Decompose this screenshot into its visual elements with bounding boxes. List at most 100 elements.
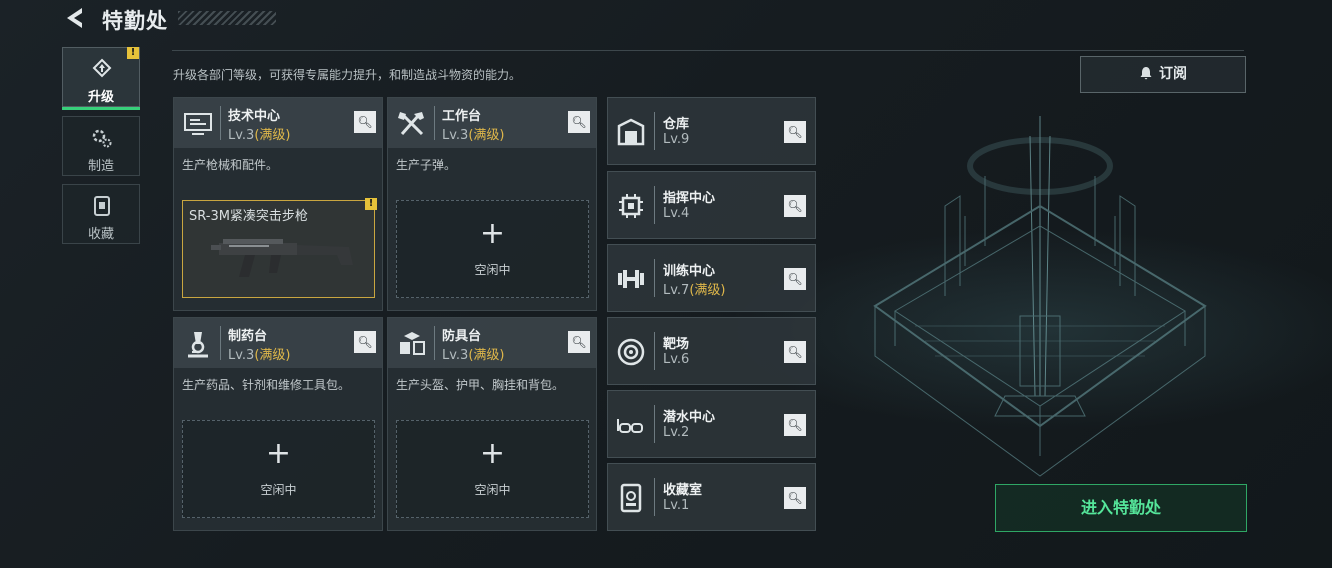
dumbbell-icon bbox=[618, 270, 644, 288]
header-divider bbox=[220, 326, 221, 360]
slot-status: 空闲中 bbox=[474, 483, 511, 497]
facility-level: Lv.6 bbox=[663, 352, 690, 367]
add-icon: + bbox=[265, 436, 292, 471]
facility-name: 仓库 bbox=[663, 117, 690, 132]
row-divider bbox=[654, 186, 655, 224]
subscribe-label: 订阅 bbox=[1159, 66, 1187, 82]
slot-status: 空闲中 bbox=[474, 263, 511, 277]
page-description: 升级各部门等级，可获得专属能力提升，和制造战斗物资的能力。 bbox=[173, 68, 522, 82]
max-level-tag: (满级) bbox=[254, 348, 291, 363]
dept-description: 生产药品、针剂和维修工具包。 bbox=[182, 378, 351, 392]
search-button[interactable]: 🔍︎ bbox=[784, 414, 806, 436]
dept-name: 技术中心 bbox=[228, 109, 281, 124]
search-button[interactable]: 🔍︎ bbox=[354, 111, 376, 133]
level-value: Lv.7 bbox=[663, 283, 690, 298]
row-divider bbox=[654, 112, 655, 150]
max-level-tag: (满级) bbox=[689, 283, 726, 298]
search-button[interactable]: 🔍︎ bbox=[784, 268, 806, 290]
production-slot-empty[interactable]: + 空闲中 bbox=[182, 420, 375, 518]
header-divider bbox=[434, 326, 435, 360]
dept-card-header: 制药台 Lv.3(满级) 🔍︎ bbox=[174, 318, 382, 368]
enter-special-ops-button[interactable]: 进入特勤处 bbox=[995, 484, 1247, 532]
search-icon: 🔍︎ bbox=[787, 125, 803, 139]
search-icon: 🔍︎ bbox=[357, 115, 373, 129]
search-icon: 🔍︎ bbox=[787, 418, 803, 432]
armor-blocks-icon bbox=[400, 332, 425, 355]
facility-training-center[interactable]: 训练中心 Lv.7(满级) 🔍︎ bbox=[607, 244, 816, 312]
diving-goggles-icon bbox=[617, 419, 643, 433]
search-icon: 🔍︎ bbox=[357, 335, 373, 349]
facility-name: 收藏室 bbox=[663, 483, 703, 498]
production-slot-item[interactable]: SR-3M紧凑突击步枪 ! bbox=[182, 198, 377, 298]
production-slot-empty[interactable]: + 空闲中 bbox=[396, 200, 589, 298]
max-level-tag: (满级) bbox=[254, 128, 291, 143]
row-divider bbox=[654, 405, 655, 443]
item-alert-badge: ! bbox=[365, 198, 377, 210]
nav-collection-label: 收藏 bbox=[87, 227, 114, 242]
nav-upgrade-alert-badge: ! bbox=[127, 47, 139, 59]
nav-collection[interactable]: 收藏 bbox=[62, 184, 140, 244]
warehouse-icon bbox=[617, 118, 645, 146]
dept-name: 工作台 bbox=[442, 109, 482, 124]
dept-card-header: 工作台 Lv.3(满级) 🔍︎ bbox=[388, 98, 596, 148]
production-slot-empty[interactable]: + 空闲中 bbox=[396, 420, 589, 518]
dept-card-header: 防具台 Lv.3(满级) 🔍︎ bbox=[388, 318, 596, 368]
max-level-tag: (满级) bbox=[468, 128, 505, 143]
headquarters-hologram bbox=[873, 116, 1207, 477]
dept-level: Lv.3(满级) bbox=[442, 124, 505, 143]
row-divider bbox=[654, 259, 655, 297]
facility-command-center[interactable]: 指挥中心 Lv.4 🔍︎ bbox=[607, 171, 816, 239]
rifle-image bbox=[211, 239, 353, 277]
search-button[interactable]: 🔍︎ bbox=[784, 121, 806, 143]
collection-icon bbox=[90, 195, 114, 217]
subscribe-button[interactable]: 订阅 bbox=[1080, 56, 1246, 93]
dept-card-armor-bench: 防具台 Lv.3(满级) 🔍︎ 生产头盔、护甲、胸挂和背包。 + 空闲中 bbox=[387, 317, 597, 531]
facility-warehouse[interactable]: 仓库 Lv.9 🔍︎ bbox=[607, 97, 816, 165]
add-icon: + bbox=[479, 216, 506, 251]
facility-shooting-range[interactable]: 靶场 Lv.6 🔍︎ bbox=[607, 317, 816, 385]
dept-card-workbench: 工作台 Lv.3(满级) 🔍︎ 生产子弹。 + 空闲中 bbox=[387, 97, 597, 311]
title-decoration bbox=[178, 11, 276, 25]
facility-name: 指挥中心 bbox=[663, 191, 716, 206]
dept-level: Lv.3(满级) bbox=[228, 344, 291, 363]
dept-description: 生产枪械和配件。 bbox=[182, 158, 279, 172]
search-button[interactable]: 🔍︎ bbox=[784, 195, 806, 217]
tools-icon bbox=[398, 112, 424, 136]
search-button[interactable]: 🔍︎ bbox=[354, 331, 376, 353]
search-icon: 🔍︎ bbox=[571, 335, 587, 349]
facility-collection-room[interactable]: 收藏室 Lv.1 🔍︎ bbox=[607, 463, 816, 531]
microscope-icon bbox=[188, 332, 208, 358]
dept-description: 生产子弹。 bbox=[396, 158, 457, 172]
nav-craft-label: 制造 bbox=[87, 159, 114, 174]
dept-card-pharmacy: 制药台 Lv.3(满级) 🔍︎ 生产药品、针剂和维修工具包。 + 空闲中 bbox=[173, 317, 383, 531]
header: 特勤处 bbox=[0, 0, 1332, 38]
facility-level: Lv.1 bbox=[663, 498, 690, 513]
nav-craft[interactable]: 制造 bbox=[62, 116, 140, 176]
back-arrow-icon[interactable] bbox=[62, 5, 88, 31]
max-level-tag: (满级) bbox=[468, 348, 505, 363]
tech-terminal-icon bbox=[184, 113, 212, 135]
dept-level: Lv.3(满级) bbox=[442, 344, 505, 363]
level-value: Lv.3 bbox=[442, 128, 469, 143]
facility-name: 训练中心 bbox=[663, 264, 716, 279]
chip-icon bbox=[619, 194, 643, 218]
facility-level: Lv.9 bbox=[663, 132, 690, 147]
search-button[interactable]: 🔍︎ bbox=[568, 331, 590, 353]
page-title: 特勤处 bbox=[102, 9, 168, 33]
facility-level: Lv.7(满级) bbox=[663, 279, 726, 298]
search-button[interactable]: 🔍︎ bbox=[784, 341, 806, 363]
search-button[interactable]: 🔍︎ bbox=[784, 487, 806, 509]
nav-active-indicator bbox=[62, 107, 140, 110]
dept-card-tech-center: 技术中心 Lv.3(满级) 🔍︎ 生产枪械和配件。 SR-3M紧凑突击步枪 ! bbox=[173, 97, 383, 311]
item-name: SR-3M紧凑突击步枪 bbox=[189, 209, 308, 224]
facility-diving-center[interactable]: 潜水中心 Lv.2 🔍︎ bbox=[607, 390, 816, 458]
search-button[interactable]: 🔍︎ bbox=[568, 111, 590, 133]
nav-upgrade[interactable]: 升级 ! bbox=[62, 47, 140, 110]
collection-room-icon bbox=[620, 483, 642, 513]
header-divider bbox=[172, 50, 1244, 51]
bell-icon bbox=[1139, 57, 1153, 92]
dept-name: 防具台 bbox=[442, 329, 482, 344]
header-divider bbox=[434, 106, 435, 140]
upgrade-icon bbox=[90, 58, 114, 80]
row-divider bbox=[654, 332, 655, 370]
